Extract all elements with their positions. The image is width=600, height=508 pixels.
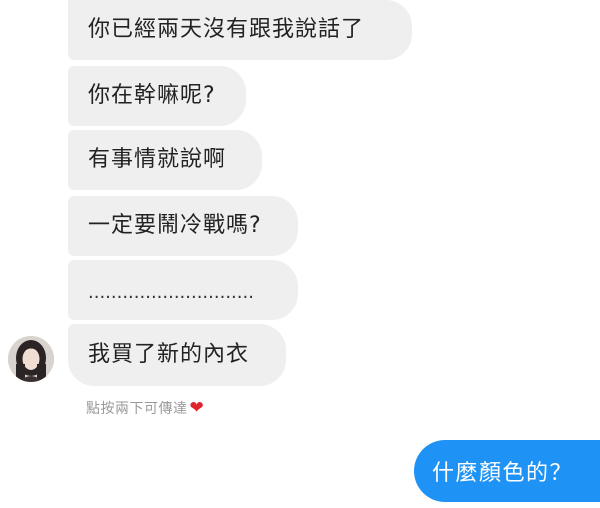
hint-text: 點按兩下可傳達 — [86, 401, 188, 417]
message-text: 你已經兩天沒有跟我說話了 — [88, 17, 365, 42]
incoming-message[interactable]: 我買了新的內衣 — [68, 324, 286, 386]
outgoing-message[interactable]: 什麼顏色的？ — [414, 440, 600, 502]
message-text: 你在幹嘛呢? — [88, 83, 216, 108]
message-text: 一定要鬧冷戰嗎? — [88, 213, 262, 238]
message-text: 我買了新的內衣 — [88, 342, 250, 367]
message-text: ............................. — [88, 282, 254, 303]
incoming-message[interactable]: 你在幹嘛呢? — [68, 66, 246, 126]
red-heart-icon[interactable]: ❤ — [190, 400, 205, 417]
double-tap-hint: 點按兩下可傳達 ❤ — [86, 398, 204, 418]
sender-avatar[interactable] — [8, 336, 54, 382]
incoming-message[interactable]: 一定要鬧冷戰嗎? — [68, 196, 298, 256]
incoming-message[interactable]: 你已經兩天沒有跟我說話了 — [68, 0, 412, 60]
message-text: 有事情就說啊 — [88, 147, 227, 172]
avatar-image — [8, 336, 54, 382]
message-text: 什麼顏色的？ — [432, 461, 574, 486]
chat-thread: 你已經兩天沒有跟我說話了 你在幹嘛呢? 有事情就說啊 一定要鬧冷戰嗎? ....… — [0, 0, 600, 508]
incoming-message[interactable]: 有事情就說啊 — [68, 130, 262, 190]
incoming-message[interactable]: ............................. — [68, 260, 298, 320]
